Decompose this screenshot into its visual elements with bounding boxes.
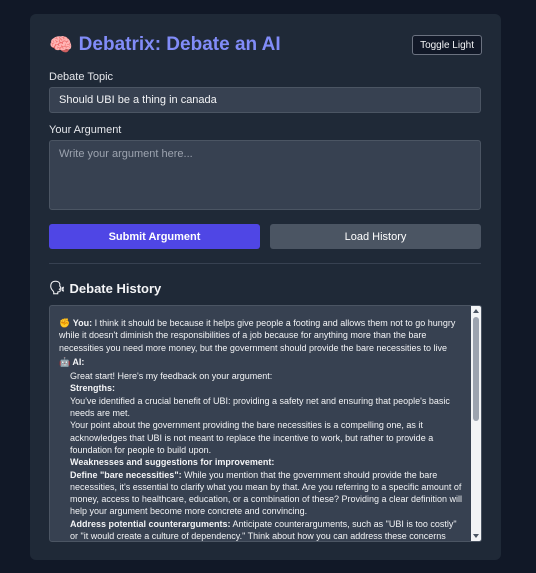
app-title-text: Debatrix: Debate an AI	[78, 34, 281, 55]
user-label: You:	[72, 318, 93, 328]
submit-argument-button[interactable]: Submit Argument	[49, 224, 260, 249]
argument-label: Your Argument	[49, 124, 122, 136]
scroll-up-arrow-icon[interactable]	[473, 309, 479, 313]
load-history-button[interactable]: Load History	[270, 224, 481, 249]
history-scrollbar[interactable]	[471, 306, 481, 541]
scroll-thumb[interactable]	[473, 317, 479, 421]
ai-label: AI:	[72, 356, 85, 367]
main-card: 🧠 Debatrix: Debate an AI Toggle Light De…	[30, 14, 501, 560]
counter-heading: Address potential counterarguments:	[70, 518, 231, 529]
fist-icon: ✊	[59, 318, 71, 328]
strengths-heading: Strengths:	[70, 383, 115, 394]
toggle-theme-button[interactable]: Toggle Light	[412, 35, 482, 55]
topic-label: Debate Topic	[49, 71, 114, 83]
divider	[49, 263, 481, 264]
user-message: ✊ You: I think it should be because it h…	[59, 317, 463, 354]
argument-textarea[interactable]	[49, 140, 481, 210]
ai-intro: Great start! Here's my feedback on your …	[70, 371, 273, 382]
ai-message-body: Great start! Here's my feedback on your …	[59, 370, 463, 541]
header: 🧠 Debatrix: Debate an AI Toggle Light	[49, 32, 482, 58]
strength-1: You've identified a crucial benefit of U…	[70, 395, 450, 419]
history-content: ✊ You: I think it should be because it h…	[59, 317, 463, 541]
topic-input[interactable]	[49, 87, 481, 113]
history-title: 🗣 Debate History	[49, 280, 161, 296]
history-panel[interactable]: ✊ You: I think it should be because it h…	[49, 305, 482, 542]
app-title: 🧠 Debatrix: Debate an AI	[49, 34, 281, 56]
brain-icon: 🧠	[49, 34, 73, 56]
scroll-down-arrow-icon[interactable]	[473, 534, 479, 538]
robot-icon: 🤖	[59, 356, 71, 367]
user-message-text: I think it should be because it helps gi…	[59, 318, 456, 353]
ai-message-header: 🤖 AI:	[59, 356, 463, 368]
define-heading: Define "bare necessities":	[70, 469, 182, 480]
weaknesses-heading: Weaknesses and suggestions for improveme…	[70, 457, 275, 468]
history-title-text: Debate History	[69, 280, 162, 296]
strength-2: Your point about the government providin…	[70, 420, 434, 455]
speech-icon: 🗣	[49, 280, 66, 295]
